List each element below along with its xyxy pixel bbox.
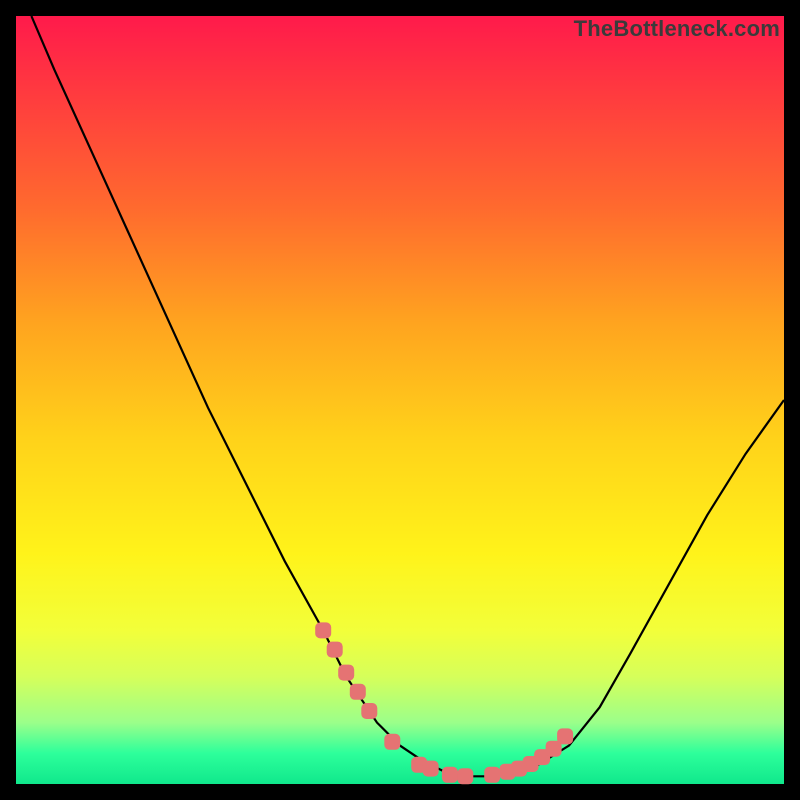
- plot-area: TheBottleneck.com: [16, 16, 784, 784]
- marker-dot: [361, 703, 377, 719]
- chart-frame: TheBottleneck.com: [0, 0, 800, 800]
- highlight-markers: [315, 622, 573, 784]
- marker-dot: [350, 684, 366, 700]
- marker-dot: [384, 734, 400, 750]
- marker-dot: [442, 767, 458, 783]
- marker-dot: [423, 761, 439, 777]
- marker-dot: [315, 622, 331, 638]
- bottleneck-curve: [31, 16, 784, 776]
- marker-dot: [338, 665, 354, 681]
- chart-svg: [16, 16, 784, 784]
- marker-dot: [457, 768, 473, 784]
- marker-dot: [327, 642, 343, 658]
- marker-dot: [484, 767, 500, 783]
- marker-dot: [557, 728, 573, 744]
